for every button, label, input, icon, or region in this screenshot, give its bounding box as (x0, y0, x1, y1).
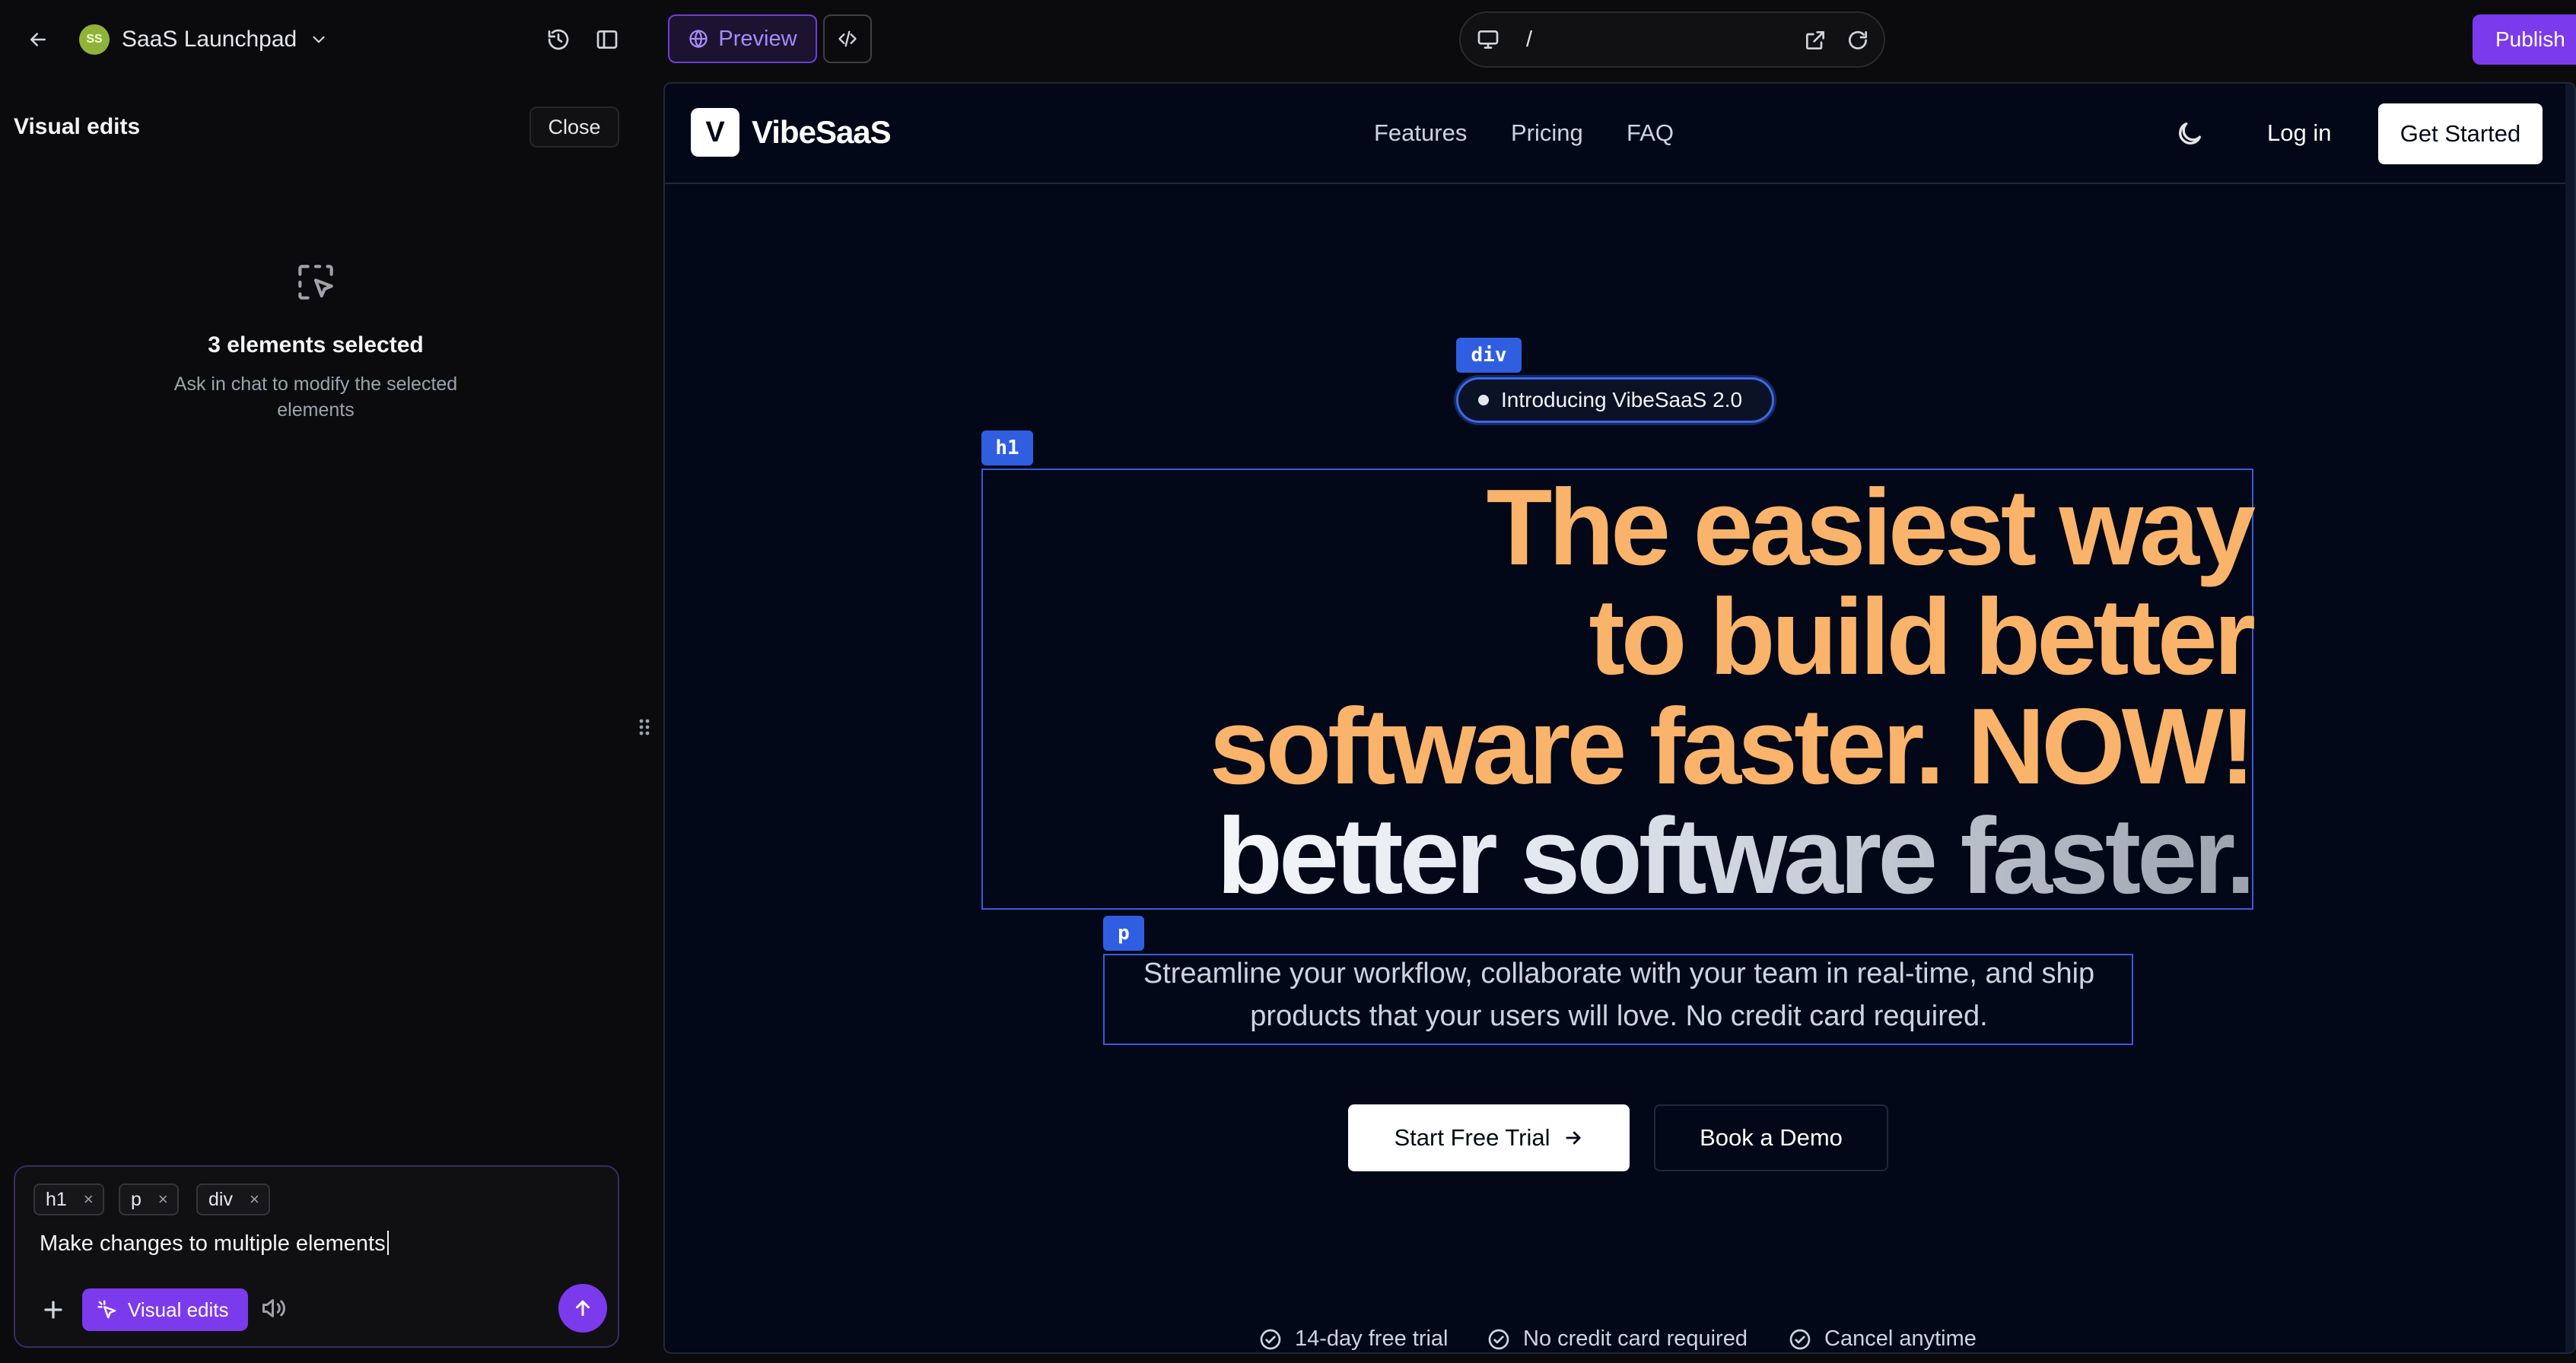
chip-label: h1 (46, 1188, 67, 1210)
chip-remove-icon[interactable]: × (158, 1190, 168, 1209)
nav-link-features[interactable]: Features (1374, 119, 1467, 147)
speaker-icon[interactable] (260, 1295, 291, 1325)
perk-label: No credit card required (1523, 1326, 1748, 1351)
hero-headline: The easiest way to build better software… (983, 467, 2256, 911)
visual-edits-label: Visual edits (128, 1298, 229, 1321)
start-free-trial-button[interactable]: Start Free Trial (1348, 1104, 1630, 1171)
close-button[interactable]: Close (530, 106, 619, 148)
check-circle-icon (1487, 1327, 1511, 1352)
hero-subtitle: Streamline your workflow, collaborate wi… (1143, 958, 2095, 1032)
url-path-input[interactable]: / (1526, 27, 1532, 52)
plus-icon[interactable] (38, 1295, 68, 1325)
nav-link-faq[interactable]: FAQ (1627, 119, 1674, 147)
code-view-button[interactable] (823, 14, 872, 63)
login-link[interactable]: Log in (2267, 119, 2331, 147)
badge-dot (1478, 395, 1489, 405)
selection-count: 3 elements selected (208, 332, 424, 357)
selection-hint: Ask in chat to modify the selected eleme… (173, 373, 458, 421)
desktop-icon[interactable] (1476, 27, 1500, 52)
chat-input[interactable]: Make changes to multiple elements (40, 1231, 389, 1257)
chip-div[interactable]: div × (196, 1183, 270, 1215)
chevron-down-icon (309, 30, 329, 49)
chip-remove-icon[interactable]: × (250, 1190, 259, 1209)
sidebar-toggle-icon[interactable] (592, 24, 622, 55)
headline-line: software faster. NOW! (1209, 686, 2256, 807)
refresh-icon[interactable] (1846, 28, 1870, 52)
book-demo-button[interactable]: Book a Demo (1654, 1104, 1888, 1171)
moon-icon[interactable] (2174, 119, 2205, 149)
perk-label: Cancel anytime (1824, 1326, 1977, 1351)
code-icon (837, 28, 858, 49)
globe-icon (688, 28, 709, 49)
selection-tag-h1: h1 (981, 431, 1033, 465)
send-button[interactable] (558, 1284, 607, 1333)
headline-line: better software faster. (983, 802, 2256, 911)
perk-label: 14-day free trial (1295, 1326, 1449, 1351)
announcement-badge[interactable]: Introducing VibeSaaS 2.0 (1456, 377, 1774, 423)
chip-remove-icon[interactable]: × (84, 1190, 94, 1209)
selection-tag-div: div (1456, 338, 1522, 373)
panel-title: Visual edits (14, 114, 141, 139)
chip-p[interactable]: p × (119, 1183, 179, 1215)
nav-link-pricing[interactable]: Pricing (1511, 119, 1583, 147)
site-preview: V VibeSaaS Features Pricing FAQ Log in G… (663, 82, 2576, 1354)
top-bar: SS SaaS Launchpad Preview / Publish (0, 0, 2576, 79)
drag-handle-icon[interactable] (636, 715, 653, 739)
site-brand[interactable]: VibeSaaS (752, 114, 892, 151)
project-avatar: SS (79, 24, 110, 55)
open-external-icon[interactable] (1803, 28, 1827, 52)
url-bar: / (1459, 11, 1885, 68)
history-icon[interactable] (543, 24, 574, 55)
magic-cursor-icon (96, 1298, 119, 1321)
chip-label: div (208, 1188, 233, 1210)
selection-tag-p: p (1103, 916, 1144, 951)
project-switcher[interactable]: SS SaaS Launchpad (79, 23, 329, 56)
preview-label: Preview (718, 26, 797, 51)
cta-label: Start Free Trial (1394, 1124, 1550, 1151)
select-cursor-icon (292, 259, 339, 306)
perk-item: Cancel anytime (1788, 1326, 1977, 1352)
perk-item: No credit card required (1487, 1326, 1748, 1352)
headline-line: The easiest way (1486, 467, 2256, 588)
publish-button[interactable]: Publish (2473, 14, 2576, 65)
back-arrow-icon[interactable] (23, 24, 53, 55)
perk-item: 14-day free trial (1258, 1326, 1449, 1352)
preview-button[interactable]: Preview (668, 14, 817, 63)
get-started-button[interactable]: Get Started (2378, 103, 2543, 164)
project-name: SaaS Launchpad (122, 27, 297, 52)
visual-edits-button[interactable]: Visual edits (82, 1288, 248, 1331)
headline-line: to build better (1589, 577, 2256, 697)
site-navbar: V VibeSaaS Features Pricing FAQ Log in G… (665, 84, 2574, 184)
arrow-up-icon (571, 1297, 594, 1320)
chat-composer: h1 × p × div × Make changes to multiple … (14, 1165, 619, 1348)
site-logo[interactable]: V (691, 108, 739, 157)
check-circle-icon (1258, 1327, 1283, 1352)
preview-scrollbar[interactable] (2565, 84, 2574, 1352)
check-circle-icon (1788, 1327, 1812, 1352)
chip-label: p (131, 1188, 142, 1210)
arrow-right-icon (1563, 1127, 1584, 1149)
chip-h1[interactable]: h1 × (33, 1183, 104, 1215)
badge-label: Introducing VibeSaaS 2.0 (1501, 388, 1743, 411)
